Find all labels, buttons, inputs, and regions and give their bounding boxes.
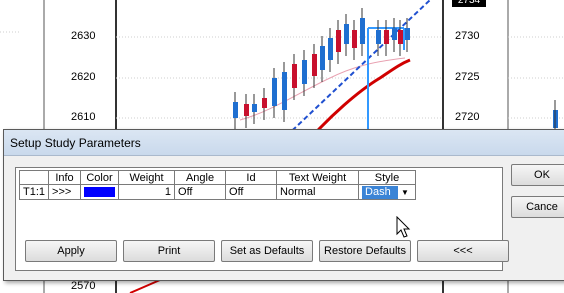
chevron-down-icon[interactable]: ▼ — [398, 188, 412, 197]
angle-cell[interactable]: Off — [174, 184, 227, 200]
apply-button[interactable]: Apply — [25, 240, 117, 262]
style-dropdown[interactable]: Dash ▼ — [362, 185, 412, 199]
info-cell[interactable]: >>> — [48, 184, 82, 200]
row-label: T1:1 — [18, 184, 50, 200]
left-price-label: 2570 — [71, 280, 96, 292]
column-header-style: Style — [358, 170, 417, 185]
candlestick-series — [233, 8, 410, 130]
table-header-row: Info Color Weight Angle Id Text Weight S… — [18, 170, 417, 185]
parameters-table: Info Color Weight Angle Id Text Weight S… — [18, 170, 417, 200]
dialog-title: Setup Study Parameters — [4, 130, 564, 156]
color-cell[interactable] — [80, 184, 120, 200]
left-price-label: 2610 — [71, 111, 96, 123]
column-header-color: Color — [80, 170, 120, 185]
id-cell[interactable]: Off — [225, 184, 278, 200]
right-price-label: 2730 — [455, 30, 480, 42]
right-price-label: 2725 — [455, 71, 480, 83]
style-cell[interactable]: Dash ▼ — [358, 184, 417, 200]
ok-button[interactable]: OK — [511, 164, 564, 186]
weight-cell[interactable]: 1 — [118, 184, 176, 200]
mouse-pointer-icon — [396, 216, 411, 238]
collapse-button[interactable]: <<< — [417, 240, 509, 262]
column-header-weight: Weight — [118, 170, 176, 185]
current-price-tag: 2734 — [452, 0, 486, 7]
column-header-id: Id — [225, 170, 278, 185]
left-price-label: 2620 — [71, 71, 96, 83]
set-as-defaults-button[interactable]: Set as Defaults — [221, 240, 313, 262]
left-price-label: 2630 — [71, 30, 96, 42]
parameters-grid: Info Color Weight Angle Id Text Weight S… — [15, 167, 509, 271]
right-price-label: 2720 — [455, 111, 480, 123]
print-button[interactable]: Print — [123, 240, 215, 262]
column-header-angle: Angle — [174, 170, 227, 185]
style-value[interactable]: Dash — [362, 185, 399, 199]
row-label-header — [18, 170, 50, 185]
table-row: T1:1 >>> 1 Off Off Normal Dash ▼ — [18, 184, 417, 200]
cancel-button[interactable]: Cance — [511, 196, 564, 218]
text-weight-cell[interactable]: Normal — [276, 184, 360, 200]
restore-defaults-button[interactable]: Restore Defaults — [319, 240, 411, 262]
setup-study-parameters-dialog: Setup Study Parameters Info Color Weight… — [3, 129, 564, 281]
color-swatch[interactable] — [84, 187, 116, 197]
column-header-text-weight: Text Weight — [276, 170, 360, 185]
column-header-info: Info — [48, 170, 82, 185]
